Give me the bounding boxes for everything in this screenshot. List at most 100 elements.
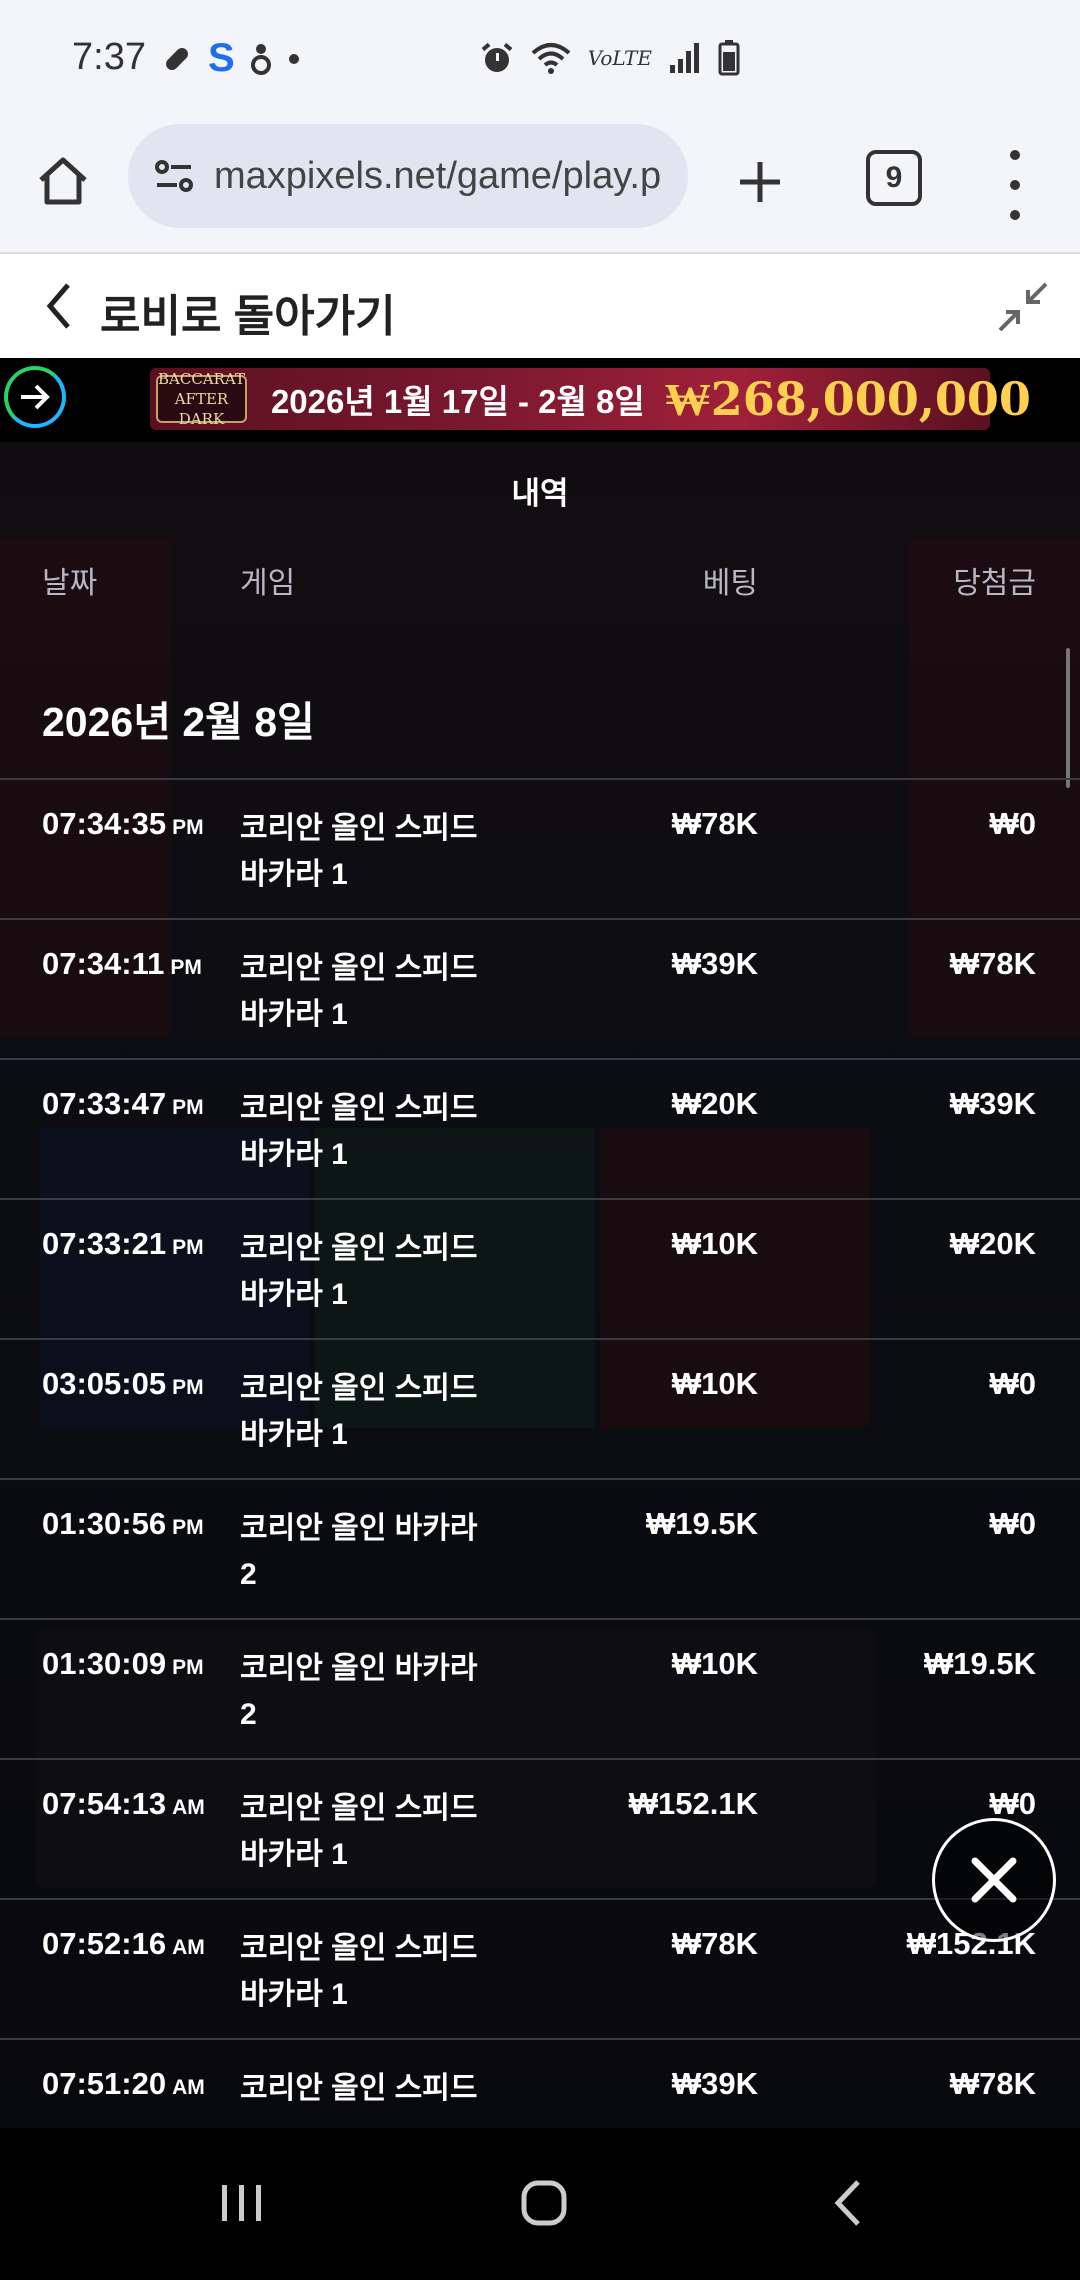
row-time-value: 01:30:09 — [42, 1646, 167, 1681]
accessibility-icon — [250, 43, 271, 75]
row-time: 07:33:47 PM — [42, 1086, 204, 1122]
row-time: 07:33:21 PM — [42, 1226, 204, 1262]
browser-toolbar: maxpixels.net/game/play.p 9 — [0, 122, 1080, 252]
row-win: ₩78K — [949, 2066, 1036, 2101]
row-time-value: 07:34:35 — [42, 806, 167, 841]
wifi-icon — [531, 43, 571, 74]
collapse-arrows-icon — [998, 282, 1048, 332]
back-to-lobby-label[interactable]: 로비로 돌아가기 — [100, 280, 396, 344]
close-icon — [971, 1857, 1017, 1903]
row-time: 03:05:05 PM — [42, 1366, 204, 1402]
row-game: 코리안 올인 스피드 바카라 1 — [240, 812, 478, 891]
bandage-icon — [166, 47, 188, 70]
row-ampm: AM — [172, 1796, 205, 1819]
history-row[interactable]: 07:51:20AM 코리안 올인 스피드 바카라 1 ₩39K ₩78K — [0, 2038, 1080, 2118]
system-icons: VoLTE — [480, 40, 740, 76]
url-text[interactable]: maxpixels.net/game/play.p — [214, 155, 684, 198]
menu-dot — [1010, 180, 1020, 190]
status-time: 7:37 — [72, 36, 146, 78]
minimize-button[interactable] — [990, 274, 1056, 340]
close-history-button[interactable] — [932, 1818, 1056, 1942]
scrollbar[interactable] — [1066, 648, 1070, 788]
tab-switcher-button[interactable]: 9 — [866, 150, 922, 206]
history-row[interactable]: 07:52:16 AM 코리안 올인 스피드 바카라 1 ₩78K ₩152.1K — [0, 1898, 1080, 2038]
home-nav-button[interactable] — [504, 2168, 584, 2238]
home-icon — [39, 157, 87, 205]
menu-dot — [1010, 210, 1020, 220]
recent-apps-icon — [222, 2185, 261, 2221]
row-bet: ₩10K — [671, 1366, 758, 1401]
banner-content[interactable]: BACCARAT AFTER DARK 2026년 1월 17일 - 2월 8일 … — [150, 368, 1031, 430]
column-game: 게임 — [240, 567, 296, 600]
row-bet: ₩78K — [671, 806, 758, 841]
promo-banner[interactable]: BACCARAT AFTER DARK 2026년 1월 17일 - 2월 8일 … — [0, 358, 1080, 442]
arrow-right-icon — [21, 384, 50, 410]
row-ampm: AM — [172, 1936, 205, 1959]
row-bet: ₩152.1K — [628, 1786, 758, 1821]
column-date: 날짜 — [42, 567, 98, 600]
baccarat-logo: BACCARAT AFTER DARK — [156, 370, 247, 428]
history-list[interactable]: 07:34:35 PM 코리안 올인 스피드 바카라 1 ₩78K ₩0 07:34:11… — [0, 778, 1080, 2118]
row-game: 코리안 올인 스피드 바카라 1 — [240, 1932, 478, 2011]
game-area: BACCARAT AFTER DARK 2026년 1월 17일 - 2월 8일 … — [0, 358, 1080, 2128]
status-bar: 7:37 S VoLTE — [0, 0, 1080, 122]
logo-text: AFTER DARK — [174, 390, 229, 428]
system-nav-bar — [0, 2128, 1080, 2280]
banner-arrow-button[interactable] — [4, 366, 66, 428]
row-win: ₩0 — [989, 806, 1037, 841]
row-game: 코리안 올인 바카라 2 — [240, 1652, 478, 1731]
chevron-left-icon — [834, 2180, 860, 2226]
history-row[interactable]: 01:30:56 PM 코리안 올인 바카라 2 ₩19.5K ₩0 — [0, 1478, 1080, 1618]
row-bet: ₩19.5K — [646, 1506, 758, 1541]
history-row[interactable]: 07:34:35 PM 코리안 올인 스피드 바카라 1 ₩78K ₩0 — [0, 778, 1080, 918]
row-game: 코리안 올인 스피드 바카라 1 — [240, 952, 478, 1031]
row-ampm: AM — [172, 2076, 205, 2099]
recent-apps-button[interactable] — [202, 2168, 282, 2238]
history-row[interactable]: 07:33:47 PM 코리안 올인 스피드 바카라 1 ₩20K ₩39K — [0, 1058, 1080, 1198]
row-win: ₩0 — [989, 1506, 1037, 1541]
row-bet: ₩20K — [671, 1086, 758, 1121]
row-win: ₩19.5K — [924, 1646, 1036, 1681]
history-row[interactable]: 07:54:13 AM 코리안 올인 스피드 바카라 1 ₩152.1K ₩0 — [0, 1758, 1080, 1898]
chevron-left-icon — [46, 283, 70, 329]
row-game: 코리안 올인 바카라 2 — [240, 1512, 478, 1591]
s-app-icon: S — [208, 36, 235, 80]
row-bet: ₩39K — [671, 2066, 758, 2101]
lobby-header: 로비로 돌아가기 — [0, 252, 1080, 360]
address-bar[interactable]: maxpixels.net/game/play.p — [128, 124, 688, 228]
row-time: 07:34:11 PM — [42, 946, 202, 982]
row-win: ₩0 — [989, 1786, 1037, 1821]
volte-icon: VoLTE — [587, 46, 652, 70]
plus-icon — [740, 162, 780, 202]
row-ampm: PM — [172, 1236, 204, 1259]
row-win: ₩78K — [949, 946, 1036, 981]
row-bet: ₩78K — [671, 1926, 758, 1961]
new-tab-button[interactable] — [720, 142, 800, 222]
row-game: 코리안 올인 스피드 바카라 1 — [240, 1372, 478, 1451]
row-time-value: 03:05:05 — [42, 1366, 167, 1401]
date-group-header: 2026년 2월 8일 — [42, 699, 315, 745]
row-time-value: 07:33:21 — [42, 1226, 167, 1261]
row-game: 코리안 올인 스피드 바카라 1 — [240, 1792, 478, 1871]
menu-dot — [1010, 150, 1020, 160]
battery-icon — [718, 40, 740, 76]
history-row[interactable]: 07:34:11 PM 코리안 올인 스피드 바카라 1 ₩39K ₩78K — [0, 918, 1080, 1058]
site-settings-icon[interactable] — [150, 152, 198, 200]
row-win: ₩39K — [949, 1086, 1036, 1121]
history-row[interactable]: 07:33:21 PM 코리안 올인 스피드 바카라 1 ₩10K ₩20K — [0, 1198, 1080, 1338]
row-ampm: PM — [172, 1096, 204, 1119]
back-nav-button[interactable] — [808, 2168, 888, 2238]
home-circle-icon — [521, 2180, 567, 2226]
back-to-lobby-button[interactable] — [34, 276, 84, 336]
row-game: 코리안 올인 스피드 바카라 1 — [240, 1092, 478, 1171]
history-row[interactable]: 01:30:09 PM 코리안 올인 바카라 2 ₩10K ₩19.5K — [0, 1618, 1080, 1758]
history-row[interactable]: 03:05:05 PM 코리안 올인 스피드 바카라 1 ₩10K ₩0 — [0, 1338, 1080, 1478]
row-ampm: PM — [172, 816, 204, 839]
row-bet: ₩39K — [671, 946, 758, 981]
row-time: 07:34:35 PM — [42, 806, 204, 842]
column-bet: 베팅 — [702, 567, 758, 600]
home-button[interactable] — [30, 148, 96, 214]
row-time: 07:54:13 AM — [42, 1786, 205, 1822]
browser-menu-button[interactable] — [990, 150, 1040, 220]
row-ampm: PM — [172, 1376, 204, 1399]
